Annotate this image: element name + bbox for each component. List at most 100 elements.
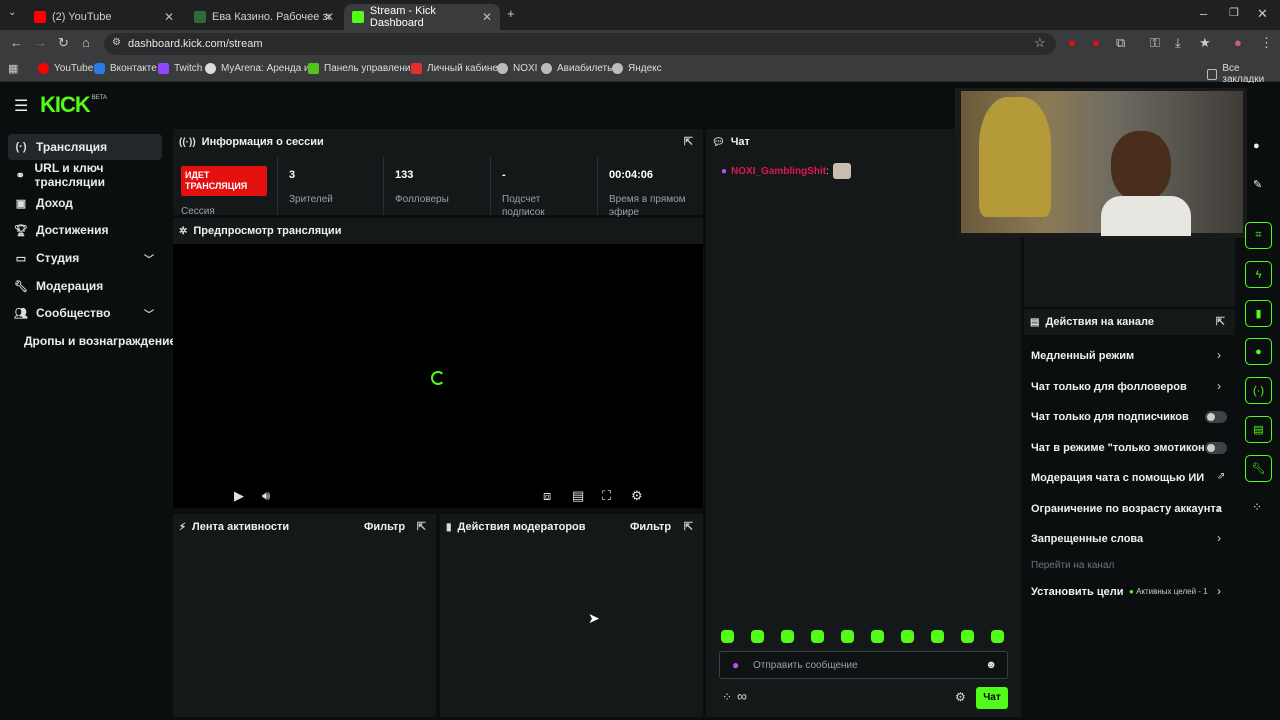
fullscreen-icon[interactable]: ⛶: [602, 488, 611, 504]
popout-icon[interactable]: ⇱: [1216, 315, 1225, 328]
emote-icon[interactable]: [721, 630, 734, 643]
bookmark-cabinet[interactable]: Личный кабинет: [411, 63, 502, 74]
menu-kebab-icon[interactable]: ⋮: [1260, 35, 1273, 51]
chat-username[interactable]: NOXI_GamblingShit: [731, 166, 826, 177]
close-icon[interactable]: ✕: [164, 10, 174, 24]
emoji-icon[interactable]: ☻: [985, 659, 997, 671]
profile-avatar-icon[interactable]: ●: [1234, 35, 1242, 50]
emote-icon[interactable]: [781, 630, 794, 643]
emote-icon[interactable]: [751, 630, 764, 643]
browser-tab-kick[interactable]: Stream - Kick Dashboard ✕: [344, 4, 500, 30]
emote-icon[interactable]: [871, 630, 884, 643]
sidebar-item-broadcast[interactable]: (·) Трансляция: [8, 134, 162, 160]
info-icon[interactable]: ●: [1253, 140, 1260, 152]
rail-button-actions[interactable]: ▤: [1245, 416, 1272, 443]
bookmark-twitch[interactable]: Twitch: [158, 63, 202, 74]
goto-channel-link[interactable]: Перейти на канал: [1031, 560, 1114, 571]
forward-icon[interactable]: →: [34, 35, 47, 50]
sidebar-item-drops[interactable]: Дропы и вознаграждение: [18, 328, 178, 354]
minimize-icon[interactable]: –: [1200, 6, 1207, 21]
subscribers-only-toggle[interactable]: [1205, 411, 1227, 423]
sidebar-item-revenue[interactable]: ▣ Доход: [8, 190, 162, 216]
reload-icon[interactable]: ↻: [58, 35, 69, 51]
extension-adblock-icon[interactable]: ●: [1092, 35, 1100, 50]
chevron-right-icon[interactable]: ›: [1217, 379, 1221, 393]
rail-button-document[interactable]: ▮: [1245, 300, 1272, 327]
chat-settings-icon[interactable]: ⚙: [955, 690, 966, 704]
extensions-icon[interactable]: ⧉: [1116, 35, 1125, 51]
download-icon[interactable]: ⤓: [1175, 35, 1181, 51]
play-icon[interactable]: ▶: [234, 488, 244, 504]
users-icon[interactable]: ⁘: [1252, 500, 1262, 514]
bookmark-noxi[interactable]: NOXI: [497, 63, 537, 74]
rail-button-lightning[interactable]: ϟ: [1245, 261, 1272, 288]
ai-moderation-item[interactable]: Модерация чата с помощью ИИ: [1031, 472, 1204, 484]
account-age-item[interactable]: Ограничение по возрасту аккаунта: [1031, 503, 1222, 515]
apps-grid-icon[interactable]: ▦: [8, 62, 18, 75]
infinity-icon[interactable]: ∞: [737, 688, 747, 704]
emote-icon[interactable]: [811, 630, 824, 643]
miniplayer-icon[interactable]: ⧈: [543, 488, 551, 504]
close-icon[interactable]: ✕: [482, 10, 492, 24]
chevron-right-icon[interactable]: ›: [1217, 531, 1221, 545]
bookmark-vk[interactable]: Вконтакте: [94, 63, 157, 74]
sidebar-item-moderation[interactable]: 🔧︎ Модерация: [8, 273, 162, 299]
bookmark-avia[interactable]: Авиабилеты: [541, 63, 614, 74]
theater-mode-icon[interactable]: ▤: [572, 488, 584, 504]
bookmark-yandex[interactable]: Яндекс: [612, 63, 662, 74]
chevron-right-icon[interactable]: ›: [1217, 584, 1221, 598]
address-input[interactable]: dashboard.kick.com/stream: [104, 33, 1056, 55]
user-dots-icon[interactable]: ⁘: [722, 690, 732, 704]
tab-list-icon[interactable]: ⌄: [8, 7, 16, 18]
browser-tab-youtube[interactable]: (2) YouTube ✕: [26, 4, 182, 30]
rail-button-wrench[interactable]: 🔧︎: [1245, 455, 1272, 482]
rail-button-broadcast[interactable]: (·): [1245, 377, 1272, 404]
kick-logo[interactable]: KICK BETA: [40, 92, 107, 118]
emote-icon[interactable]: [841, 630, 854, 643]
filter-button[interactable]: Фильтр: [630, 521, 671, 533]
all-bookmarks[interactable]: Все закладки: [1207, 63, 1280, 85]
followers-only-item[interactable]: Чат только для фолловеров: [1031, 381, 1187, 393]
popout-icon[interactable]: ⇱: [684, 520, 693, 533]
emote-icon[interactable]: [961, 630, 974, 643]
bookmark-star-icon[interactable]: ☆: [1034, 35, 1046, 51]
new-tab-icon[interactable]: +: [507, 6, 515, 21]
popout-icon[interactable]: ⇱: [684, 135, 693, 148]
bookmark-youtube[interactable]: YouTube: [38, 63, 93, 74]
set-goals-item[interactable]: Установить цели: [1031, 586, 1124, 598]
volume-icon[interactable]: 🔊︎: [262, 488, 270, 504]
chat-send-button[interactable]: Чат: [976, 687, 1008, 709]
back-icon[interactable]: ←: [10, 35, 23, 50]
chevron-right-icon[interactable]: ›: [1217, 501, 1221, 515]
banned-words-item[interactable]: Запрещенные слова: [1031, 533, 1143, 545]
bookmark-panel[interactable]: Панель управлени...: [308, 63, 419, 74]
maximize-icon[interactable]: ❐: [1229, 6, 1239, 19]
sidebar-item-studio[interactable]: ▭ Студия ﹀: [8, 245, 162, 271]
emote-icon[interactable]: [991, 630, 1004, 643]
edit-pencil-icon[interactable]: ✎: [1253, 178, 1262, 191]
window-close-icon[interactable]: ✕: [1257, 6, 1268, 22]
site-info-icon[interactable]: ⚙: [112, 37, 121, 48]
external-link-icon[interactable]: ⇗: [1217, 471, 1225, 482]
emote-icon[interactable]: [931, 630, 944, 643]
hamburger-menu-icon[interactable]: ☰: [14, 96, 28, 116]
sidebar-item-achievements[interactable]: 🏆︎ Достижения: [8, 217, 162, 243]
sidebar-item-stream-key[interactable]: ⚭ URL и ключ трансляции: [8, 161, 162, 189]
emote-icon[interactable]: [901, 630, 914, 643]
emote-only-toggle[interactable]: [1205, 442, 1227, 454]
browser-tab-casino[interactable]: Ева Казино. Рабочее зеркало ✕: [186, 4, 342, 30]
home-icon[interactable]: ⌂: [82, 35, 90, 50]
filter-button[interactable]: Фильтр: [364, 521, 405, 533]
chat-input[interactable]: ● Отправить сообщение ☻: [719, 651, 1008, 679]
extension-red-icon[interactable]: ●: [1068, 35, 1076, 50]
chevron-right-icon[interactable]: ›: [1217, 348, 1221, 362]
rail-button-capture[interactable]: ⌗: [1245, 222, 1272, 249]
sidebar-item-community[interactable]: 👥︎ Сообщество ﹀: [8, 300, 162, 326]
password-key-icon[interactable]: ⚿: [1150, 35, 1160, 51]
settings-gear-icon[interactable]: ⚙: [631, 488, 643, 504]
bookmark-myarena[interactable]: MyArena: Аренда и...: [205, 63, 318, 74]
popout-icon[interactable]: ⇱: [417, 520, 426, 533]
slow-mode-item[interactable]: Медленный режим: [1031, 350, 1134, 362]
close-icon[interactable]: ✕: [324, 10, 334, 24]
rail-button-chat[interactable]: ●: [1245, 338, 1272, 365]
